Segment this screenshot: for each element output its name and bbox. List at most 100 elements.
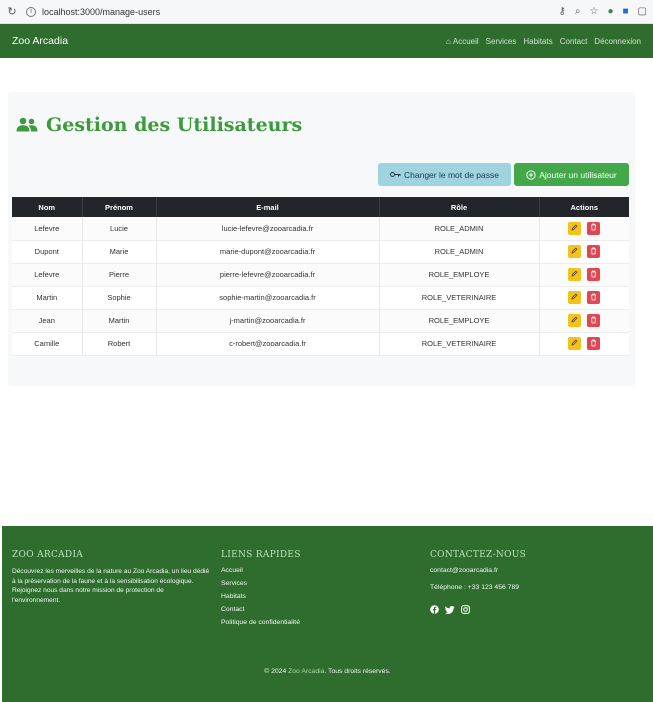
edit-button[interactable] xyxy=(568,221,582,235)
twitter-icon[interactable] xyxy=(444,601,455,619)
instagram-icon[interactable] xyxy=(461,601,470,619)
plus-circle-icon xyxy=(526,169,536,180)
extensions-puzzle-icon[interactable]: ▢ xyxy=(638,6,647,17)
cell-role: ROLE_VETERINAIRE xyxy=(379,286,540,310)
footer-link-privacy[interactable]: Politique de confidentialité xyxy=(221,619,411,626)
column-header-actions: Actions xyxy=(570,202,598,212)
cell-role: ROLE_ADMIN xyxy=(379,217,540,241)
nav-link-habitats[interactable]: Habitats xyxy=(523,37,552,46)
trash-icon xyxy=(590,316,597,326)
pencil-icon xyxy=(571,293,578,302)
cell-prenom: Robert xyxy=(82,332,157,356)
cell-actions xyxy=(539,263,629,287)
extension-icon[interactable]: ● xyxy=(607,6,613,17)
social-links xyxy=(430,601,640,619)
add-user-label: Ajouter un utilisateur xyxy=(539,169,617,180)
change-password-button[interactable]: Changer le mot de passe xyxy=(378,163,511,186)
footer-link-services[interactable]: Services xyxy=(221,580,411,587)
nav-link-deconnexion[interactable]: Déconnexion xyxy=(594,37,641,46)
column-header-role: Rôle xyxy=(379,197,540,217)
nav-link-services[interactable]: Services xyxy=(486,37,517,46)
column-header-prenom: Prénom xyxy=(82,197,157,217)
delete-button[interactable] xyxy=(587,337,601,350)
page-title: Gestion des Utilisateurs xyxy=(16,114,302,136)
delete-button[interactable] xyxy=(587,314,601,327)
trash-icon xyxy=(590,339,597,349)
nav-links: ⌂ Accueil Services Habitats Contact Décon… xyxy=(446,37,641,46)
cell-actions xyxy=(539,309,629,333)
cell-prenom: Lucie xyxy=(82,217,157,241)
table-body: Lefevre Lucie lucie-lefevre@zooarcadia.f… xyxy=(12,217,629,356)
cell-prenom: Pierre xyxy=(82,263,157,287)
pencil-icon xyxy=(571,339,578,348)
edit-button[interactable] xyxy=(568,314,582,327)
edit-button[interactable] xyxy=(568,268,582,281)
cell-nom: Lefevre xyxy=(12,263,83,287)
edit-button[interactable] xyxy=(568,337,582,350)
footer-about: ZOO ARCADIA Découvrez les merveilles de … xyxy=(12,550,210,605)
delete-button[interactable] xyxy=(587,221,601,235)
copyright-prefix: © 2024 xyxy=(264,668,289,675)
cell-email: marie-dupont@zooarcadia.fr xyxy=(156,240,380,264)
add-user-button[interactable]: Ajouter un utilisateur xyxy=(514,163,629,186)
trash-icon xyxy=(590,247,597,257)
edit-button[interactable] xyxy=(568,245,582,258)
footer-contact-email[interactable]: contact@zooarcadia.fr xyxy=(430,567,640,574)
column-header-nom: Nom xyxy=(12,197,83,217)
table-row: Lefevre Pierre pierre-lefevre@zooarcadia… xyxy=(12,263,629,287)
facebook-icon[interactable] xyxy=(430,601,439,619)
key-icon xyxy=(390,171,401,178)
edit-button[interactable] xyxy=(568,291,582,304)
delete-button[interactable] xyxy=(587,268,601,281)
nav-link-label: Accueil xyxy=(452,36,479,46)
copyright-brand-link[interactable]: Zoo Arcadia xyxy=(288,668,324,675)
key-icon[interactable]: ⚷ xyxy=(559,6,566,17)
browser-toolbar: ↻ i localhost:3000/manage-users ⚷ ⌕ ☆ ● … xyxy=(0,0,653,24)
pencil-icon xyxy=(571,270,578,279)
cell-prenom: Sophie xyxy=(82,286,157,310)
reload-icon[interactable]: ↻ xyxy=(6,5,18,18)
table-row: Camille Robert c-robert@zooarcadia.fr RO… xyxy=(12,332,629,356)
nav-link-accueil[interactable]: ⌂ Accueil xyxy=(446,37,479,46)
footer-link-accueil[interactable]: Accueil xyxy=(221,567,411,574)
cell-email: sophie-martin@zooarcadia.fr xyxy=(156,286,380,310)
footer-contact: CONTACTEZ-NOUS contact@zooarcadia.fr Tél… xyxy=(430,550,640,619)
pencil-icon xyxy=(571,316,578,325)
cell-role: ROLE_EMPLOYE xyxy=(379,263,540,287)
delete-button[interactable] xyxy=(587,245,601,258)
table-row: Jean Martin j-martin@zooarcadia.fr ROLE_… xyxy=(12,309,629,333)
cell-actions xyxy=(539,332,629,356)
cell-role: ROLE_ADMIN xyxy=(379,240,540,264)
address-bar[interactable]: localhost:3000/manage-users xyxy=(42,7,160,17)
trash-icon xyxy=(590,223,597,233)
cell-actions xyxy=(539,286,629,310)
cell-nom: Camille xyxy=(12,332,83,356)
table-header: Nom Prénom E-mail Rôle Actions xyxy=(12,197,629,217)
delete-button[interactable] xyxy=(587,291,601,304)
copyright-suffix: . Tous droits réservés. xyxy=(324,668,391,675)
pencil-icon xyxy=(571,224,578,233)
trash-icon xyxy=(590,270,597,280)
navbar: Zoo Arcadia ⌂ Accueil Services Habitats C… xyxy=(0,24,653,58)
bookmark-star-icon[interactable]: ☆ xyxy=(589,6,598,17)
footer-links: LIENS RAPIDES Accueil Services Habitats … xyxy=(221,550,411,632)
footer-about-title: ZOO ARCADIA xyxy=(12,550,84,560)
cell-actions xyxy=(539,217,629,241)
users-icon xyxy=(16,117,38,133)
cell-role: ROLE_VETERINAIRE xyxy=(379,332,540,356)
copyright: © 2024 Zoo Arcadia. Tous droits réservés… xyxy=(2,668,653,675)
zoom-icon[interactable]: ⌕ xyxy=(575,6,581,17)
footer-about-text: Découvrez les merveilles de la nature au… xyxy=(12,568,210,604)
translate-icon[interactable]: ■ xyxy=(623,6,629,17)
footer-link-habitats[interactable]: Habitats xyxy=(221,593,411,600)
nav-link-contact[interactable]: Contact xyxy=(560,37,588,46)
site-info-icon[interactable]: i xyxy=(26,6,36,17)
cell-prenom: Martin xyxy=(82,309,157,333)
cell-actions xyxy=(539,240,629,264)
brand-logo[interactable]: Zoo Arcadia xyxy=(12,35,68,47)
table-row: Martin Sophie sophie-martin@zooarcadia.f… xyxy=(12,286,629,310)
cell-email: pierre-lefevre@zooarcadia.fr xyxy=(156,263,380,287)
footer-link-contact[interactable]: Contact xyxy=(221,606,411,613)
cell-role: ROLE_EMPLOYE xyxy=(379,309,540,333)
cell-email: j-martin@zooarcadia.fr xyxy=(156,309,380,333)
